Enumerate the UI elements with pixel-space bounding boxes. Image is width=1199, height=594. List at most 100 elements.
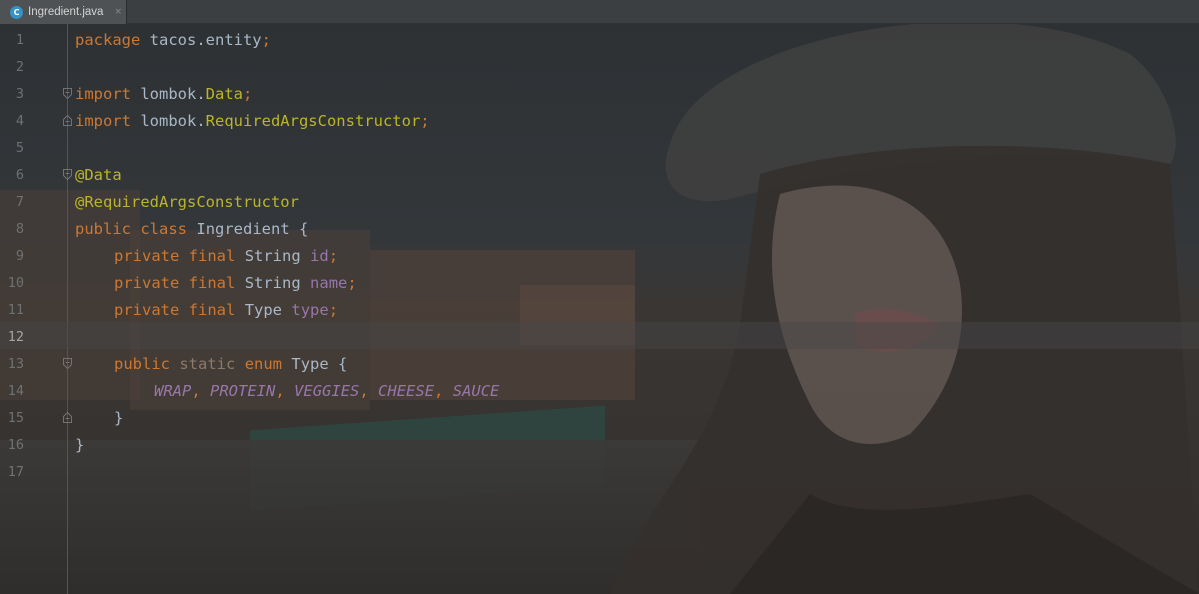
code-line[interactable]: 1 package tacos.entity; [0, 26, 1199, 53]
comma: , [359, 381, 369, 400]
close-brace: } [75, 435, 85, 454]
keyword: public [114, 354, 170, 373]
code-text: public class Ingredient { [75, 220, 308, 238]
keyword: final [188, 273, 236, 292]
imported-class: RequiredArgsConstructor [205, 111, 421, 130]
semicolon: ; [328, 300, 339, 319]
open-brace: { [299, 219, 309, 238]
line-number: 7 [15, 193, 24, 210]
code-text: private final String name; [75, 274, 357, 292]
package-name: lombok. [131, 84, 206, 103]
ide-window: C Ingredient.java × 1 package tacos.enti… [0, 0, 1199, 594]
fold-start-icon[interactable] [62, 358, 72, 369]
line-number: 8 [15, 220, 24, 237]
line-number: 14 [7, 382, 24, 399]
code-text: public static enum Type { [75, 355, 347, 373]
type-name: Type [244, 300, 283, 319]
comma: , [434, 381, 444, 400]
keyword: static [179, 354, 236, 373]
java-class-icon: C [10, 5, 23, 19]
comma: , [275, 381, 285, 400]
enum-name: Type [291, 354, 329, 373]
semicolon: ; [347, 273, 357, 292]
line-number: 17 [7, 463, 24, 480]
code-text: private final Type type; [75, 301, 338, 319]
type-name: String [244, 273, 301, 292]
keyword: enum [244, 354, 283, 373]
code-line[interactable]: 13 public static enum Type { [0, 350, 1199, 377]
line-number: 13 [7, 355, 24, 372]
close-brace: } [114, 408, 124, 427]
enum-constant: VEGGIES [294, 381, 360, 400]
fold-end-icon[interactable] [62, 115, 72, 126]
code-text: } [75, 409, 123, 427]
line-number: 10 [7, 274, 24, 291]
semicolon: ; [420, 111, 430, 130]
code-line[interactable]: 6 @Data [0, 161, 1199, 188]
line-number: 4 [15, 112, 24, 129]
code-line[interactable]: 9 private final String id; [0, 242, 1199, 269]
code-line[interactable]: 14 WRAP, PROTEIN, VEGGIES, CHEESE, SAUCE [0, 377, 1199, 404]
code-line[interactable]: 16 } [0, 431, 1199, 458]
fold-start-icon[interactable] [62, 88, 72, 99]
close-icon[interactable]: × [114, 7, 122, 17]
code-text: @Data [75, 166, 122, 184]
comma: , [191, 381, 201, 400]
line-number: 5 [15, 139, 24, 156]
code-text: import lombok. RequiredArgsConstructor; [75, 112, 430, 130]
keyword: private [114, 246, 180, 265]
keyword: final [188, 246, 236, 265]
semicolon: ; [328, 246, 339, 265]
line-number: 9 [15, 247, 24, 264]
fold-end-icon[interactable] [62, 412, 72, 423]
code-line[interactable]: 4 import lombok. RequiredArgsConstructor; [0, 107, 1199, 134]
enum-constant: SAUCE [452, 381, 500, 400]
line-number: 2 [15, 58, 24, 75]
keyword: class [140, 219, 188, 238]
keyword: package [75, 30, 141, 49]
keyword: private [114, 273, 180, 292]
package-name: lombok. [131, 111, 206, 130]
code-line[interactable]: 17 [0, 458, 1199, 485]
semicolon: ; [261, 30, 271, 49]
keyword: import [75, 84, 131, 103]
line-number: 11 [7, 301, 24, 318]
annotation: @Data [75, 165, 122, 184]
keyword: import [75, 111, 131, 130]
code-text: import lombok. Data; [75, 85, 252, 103]
code-editor[interactable]: 1 package tacos.entity; 2 3 import lombo… [0, 24, 1199, 594]
code-line[interactable]: 11 private final Type type; [0, 296, 1199, 323]
imported-class: Data [205, 84, 243, 103]
field-name: id [310, 246, 329, 265]
line-number: 6 [15, 166, 24, 183]
field-name: name [310, 273, 348, 292]
code-text: WRAP, PROTEIN, VEGGIES, CHEESE, SAUCE [75, 382, 499, 400]
line-number: 3 [15, 85, 24, 102]
code-line[interactable]: 8 public class Ingredient { [0, 215, 1199, 242]
code-line[interactable]: 2 [0, 53, 1199, 80]
line-number: 16 [7, 436, 24, 453]
line-number: 15 [7, 409, 24, 426]
code-line[interactable]: 5 [0, 134, 1199, 161]
enum-constant: WRAP [154, 381, 192, 400]
editor-tab-bar: C Ingredient.java × [0, 0, 1199, 24]
code-text: package tacos.entity; [75, 31, 271, 49]
code-line[interactable]: 3 import lombok. Data; [0, 80, 1199, 107]
code-text: private final String id; [75, 247, 338, 265]
code-line[interactable]: 10 private final String name; [0, 269, 1199, 296]
field-name: type [291, 300, 329, 319]
fold-start-icon[interactable] [62, 169, 72, 180]
semicolon: ; [242, 84, 253, 103]
tab-ingredient-java[interactable]: C Ingredient.java × [0, 0, 127, 24]
code-line[interactable]: 7 @RequiredArgsConstructor [0, 188, 1199, 215]
code-line[interactable]: 15 } [0, 404, 1199, 431]
keyword: public [75, 219, 131, 238]
line-number: 12 [7, 328, 24, 345]
package-name: tacos.entity [140, 30, 262, 49]
open-brace: { [338, 354, 348, 373]
keyword: private [114, 300, 180, 319]
code-text: } [75, 436, 84, 454]
code-line-current[interactable]: 12 [0, 323, 1199, 350]
type-name: String [244, 246, 301, 265]
class-name: Ingredient [196, 219, 290, 238]
